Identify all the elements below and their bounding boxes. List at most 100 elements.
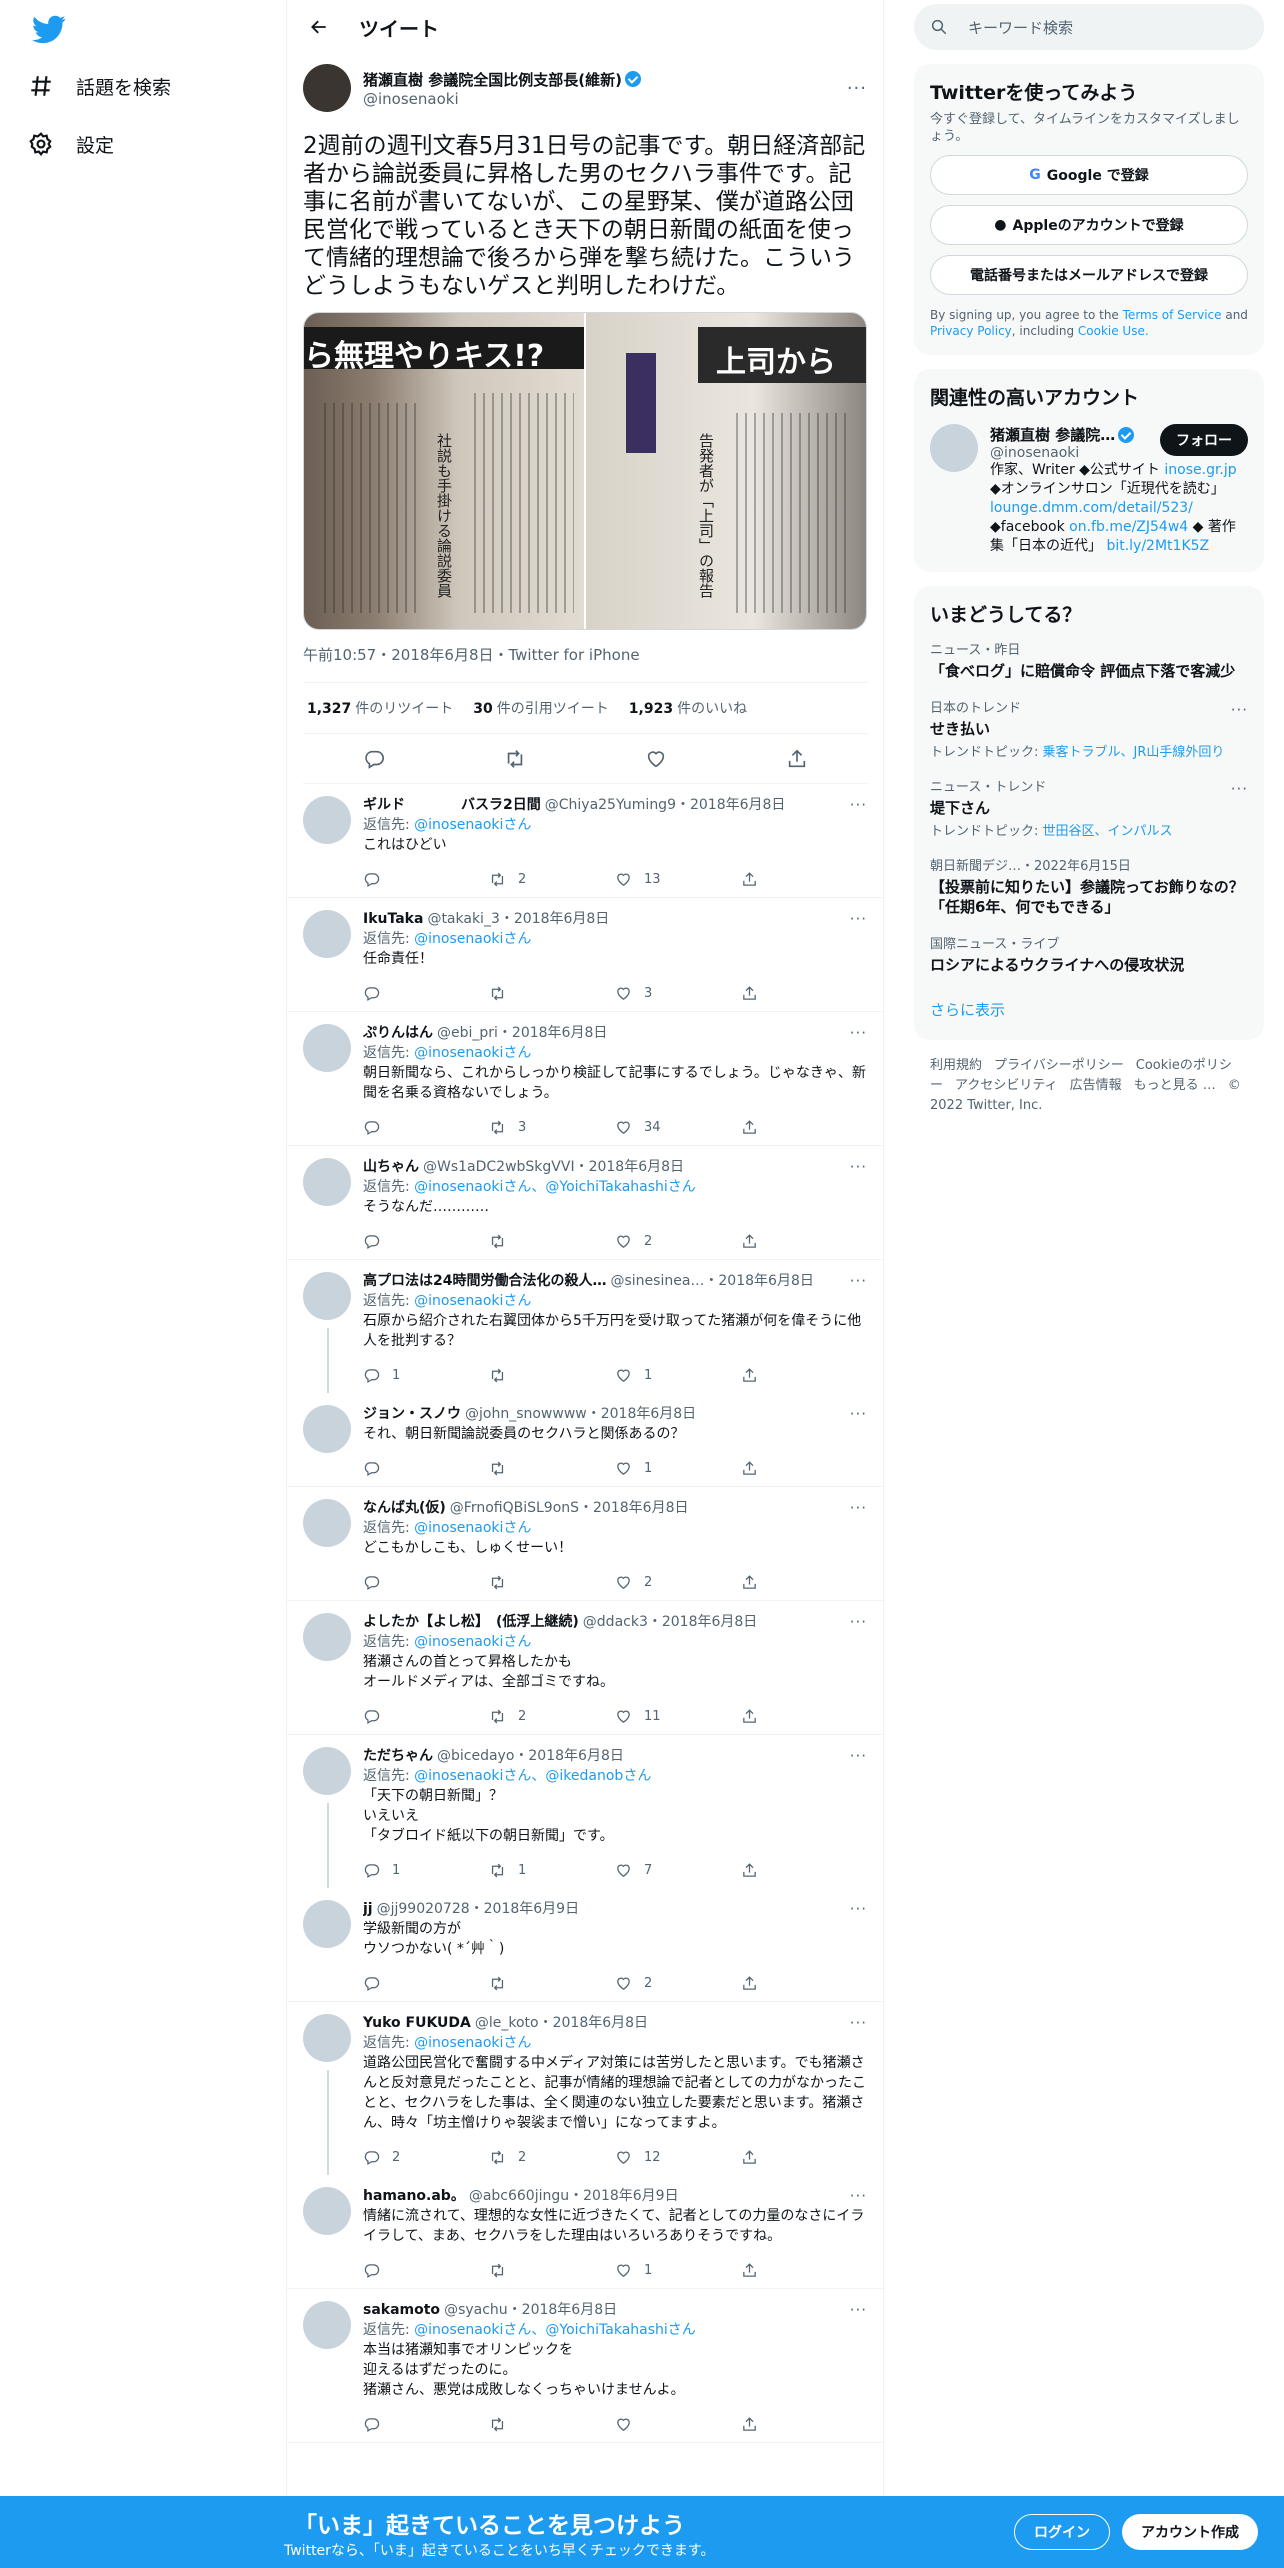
footer-link[interactable]: アクセシビリティ: [955, 1078, 1058, 1093]
share-button[interactable]: [741, 1233, 867, 1250]
retweet-stat[interactable]: 1,327 件のリツイート: [307, 698, 453, 718]
reply-to-mentions[interactable]: @inosenaokiさん: [414, 1045, 531, 1061]
share-button[interactable]: [741, 871, 867, 888]
reply-tweet[interactable]: hamano.ab。 @abc660jingu・2018年6月9日 ··· 情緒に流さ…: [287, 2175, 883, 2289]
reply-button[interactable]: [363, 1119, 489, 1136]
more-options-icon[interactable]: ···: [850, 1613, 867, 1632]
more-options-icon[interactable]: ···: [850, 910, 867, 929]
reply-author-handle[interactable]: @jj99020728・2018年6月9日: [377, 1900, 579, 1919]
bio-link[interactable]: lounge.dmm.com/detail/523/: [990, 500, 1193, 516]
nav-explore[interactable]: 話題を検索: [28, 60, 171, 112]
reply-author-name[interactable]: 高プロ法は24時間労働合法化の殺人…: [363, 1272, 606, 1291]
footer-link[interactable]: もっと見る …: [1134, 1078, 1216, 1093]
more-options-icon[interactable]: ···: [850, 1499, 867, 1518]
related-handle[interactable]: @inosenaoki: [990, 445, 1134, 461]
reply-tweet[interactable]: 高プロ法は24時間労働合法化の殺人… @sinesinea…・2018年6月8日 ·…: [287, 1260, 883, 1393]
author-name[interactable]: 猪瀬直樹 参議院全国比例支部長(維新): [363, 69, 622, 90]
retweet-button[interactable]: [489, 2416, 615, 2433]
retweet-button[interactable]: [489, 1367, 615, 1384]
search-input[interactable]: キーワード検索: [914, 4, 1264, 50]
reply-button[interactable]: 1: [363, 1367, 489, 1384]
reply-author-handle[interactable]: @ebi_pri・2018年6月8日: [437, 1024, 607, 1043]
like-button[interactable]: 2: [615, 1975, 741, 1992]
reply-button[interactable]: [363, 1708, 489, 1725]
show-more-link[interactable]: さらに表示: [914, 985, 1264, 1034]
like-button[interactable]: 1: [615, 2262, 741, 2279]
retweet-button[interactable]: 2: [489, 2149, 615, 2166]
reply-author-name[interactable]: ぷりんはん: [363, 1024, 433, 1043]
share-button[interactable]: [741, 985, 867, 1002]
reply-author-handle[interactable]: @abc660jingu・2018年6月9日: [469, 2187, 679, 2206]
reply-author-name[interactable]: よしたか【よし松】 (低浮上継続): [363, 1613, 579, 1632]
like-button[interactable]: 12: [615, 2149, 741, 2166]
share-button[interactable]: [741, 1975, 867, 1992]
nav-settings[interactable]: 設定: [28, 118, 114, 170]
more-options-icon[interactable]: ···: [850, 1900, 867, 1919]
more-options-icon[interactable]: ···: [850, 796, 867, 815]
reply-author-handle[interactable]: @ddack3・2018年6月8日: [583, 1613, 758, 1632]
reply-button[interactable]: [363, 985, 489, 1002]
trend-item[interactable]: ニュース・トレンド 堤下さん トレンドトピック: 世田谷区、インパルス ···: [914, 770, 1264, 849]
like-button[interactable]: 3: [615, 985, 741, 1002]
like-icon[interactable]: [645, 748, 667, 770]
reply-tweet[interactable]: よしたか【よし松】 (低浮上継続) @ddack3・2018年6月8日 ··· 返信先…: [287, 1601, 883, 1735]
reply-button[interactable]: [363, 871, 489, 888]
reply-to-mentions[interactable]: @inosenaokiさん、@YoichiTakahashiさん: [414, 2322, 696, 2338]
reply-to-mentions[interactable]: @inosenaokiさん: [414, 1520, 531, 1536]
reply-button[interactable]: [363, 1460, 489, 1477]
like-button[interactable]: [615, 2416, 741, 2433]
trend-item[interactable]: 国際ニュース・ライブ ロシアによるウクライナへの侵攻状況: [914, 927, 1264, 985]
share-button[interactable]: [741, 1574, 867, 1591]
reply-author-name[interactable]: jj: [363, 1900, 373, 1919]
reply-button[interactable]: [363, 2416, 489, 2433]
trend-topic-link[interactable]: 世田谷区、インパルス: [1043, 824, 1173, 839]
bio-link[interactable]: bit.ly/2Mt1K5Z: [1106, 538, 1209, 554]
like-button[interactable]: 1: [615, 1460, 741, 1477]
follow-button[interactable]: フォロー: [1160, 424, 1248, 456]
avatar[interactable]: [303, 64, 351, 112]
retweet-button[interactable]: [489, 1574, 615, 1591]
reply-author-name[interactable]: Yuko FUKUDA: [363, 2014, 471, 2033]
reply-to-mentions[interactable]: @inosenaokiさん: [414, 1634, 531, 1650]
signup-button[interactable]: アカウント作成: [1122, 2514, 1258, 2550]
retweet-button[interactable]: [489, 1233, 615, 1250]
reply-tweet[interactable]: ギルド バスラ2日間 @Chiya25Yuming9・2018年6月8日 ··· 返信…: [287, 784, 883, 898]
avatar[interactable]: [303, 1747, 351, 1795]
reply-author-handle[interactable]: @bicedayo・2018年6月8日: [437, 1747, 624, 1766]
more-options-icon[interactable]: ···: [850, 1158, 867, 1177]
reply-to-mentions[interactable]: @inosenaokiさん: [414, 931, 531, 947]
retweet-button[interactable]: 3: [489, 1119, 615, 1136]
more-options-icon[interactable]: ···: [847, 78, 867, 99]
more-options-icon[interactable]: ···: [1231, 780, 1248, 798]
avatar[interactable]: [303, 1900, 351, 1948]
avatar[interactable]: [303, 2187, 351, 2235]
reply-author-name[interactable]: なんば丸(仮): [363, 1499, 446, 1518]
back-button[interactable]: [301, 9, 337, 45]
retweet-button[interactable]: [489, 2262, 615, 2279]
reply-tweet[interactable]: ぷりんはん @ebi_pri・2018年6月8日 ··· 返信先: @inosenao…: [287, 1012, 883, 1146]
share-button[interactable]: [741, 2262, 867, 2279]
avatar[interactable]: [303, 1499, 351, 1547]
like-button[interactable]: 2: [615, 1574, 741, 1591]
bio-link[interactable]: inose.gr.jp: [1164, 462, 1236, 478]
more-options-icon[interactable]: ···: [850, 1024, 867, 1043]
avatar[interactable]: [303, 1158, 351, 1206]
share-button[interactable]: [741, 1460, 867, 1477]
phone-signup-button[interactable]: 電話番号またはメールアドレスで登録: [930, 255, 1248, 295]
reply-author-name[interactable]: ジョン・スノウ: [363, 1405, 461, 1424]
reply-tweet[interactable]: ジョン・スノウ @john_snowwww・2018年6月8日 ··· それ、朝日新聞…: [287, 1393, 883, 1487]
reply-author-handle[interactable]: @john_snowwww・2018年6月8日: [465, 1405, 696, 1424]
tweet-media[interactable]: ら無理やりキス!? 社説も手掛ける論説委員 上司から 告発者が「上司」の報告: [303, 312, 867, 630]
share-button[interactable]: [741, 1708, 867, 1725]
like-button[interactable]: 34: [615, 1119, 741, 1136]
retweet-button[interactable]: [489, 985, 615, 1002]
reply-author-handle[interactable]: @FrnofiQBiSL9onS・2018年6月8日: [450, 1499, 689, 1518]
related-name[interactable]: 猪瀬直樹 参議院…: [990, 424, 1115, 445]
reply-to-mentions[interactable]: @inosenaokiさん: [414, 817, 531, 833]
like-button[interactable]: 2: [615, 1233, 741, 1250]
like-button[interactable]: 11: [615, 1708, 741, 1725]
share-button[interactable]: [741, 2149, 867, 2166]
share-button[interactable]: [741, 1119, 867, 1136]
avatar[interactable]: [303, 2301, 351, 2349]
like-stat[interactable]: 1,923 件のいいね: [629, 698, 747, 718]
